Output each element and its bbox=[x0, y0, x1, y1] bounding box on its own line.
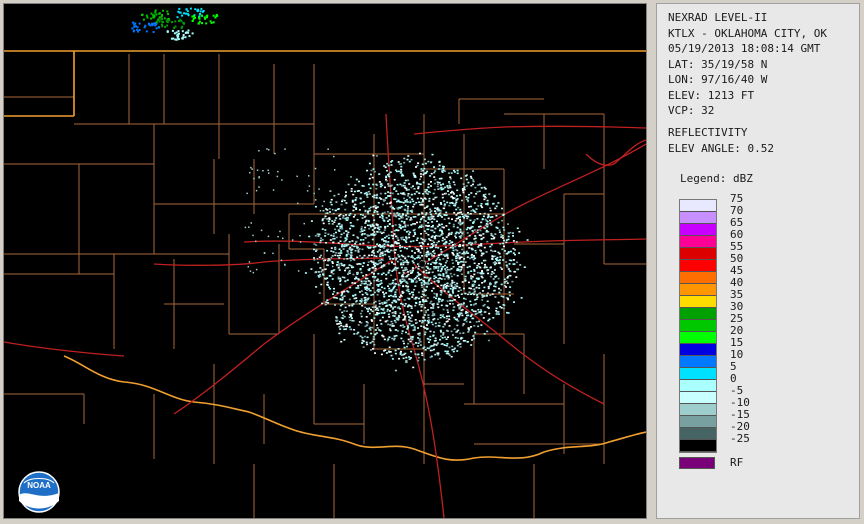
legend-swatch bbox=[680, 320, 716, 332]
longitude: LON: 97/16/40 W bbox=[668, 73, 768, 86]
legend-swatch bbox=[680, 368, 716, 380]
svg-text:NOAA: NOAA bbox=[27, 481, 51, 490]
state-boundaries bbox=[4, 50, 646, 461]
latitude: LAT: 35/19/58 N bbox=[668, 57, 768, 71]
radar-map-svg bbox=[4, 7, 646, 518]
legend-swatch bbox=[680, 248, 716, 260]
scan-datetime: 05/19/2013 18:08:14 GMT bbox=[668, 42, 821, 55]
legend-swatch bbox=[680, 212, 716, 224]
map-frame: NOAA bbox=[0, 0, 650, 524]
county-boundaries bbox=[4, 54, 646, 518]
legend-swatch bbox=[680, 224, 716, 236]
station-name: KTLX - OKLAHOMA CITY, OK bbox=[668, 26, 827, 40]
legend-swatches bbox=[679, 199, 717, 453]
radar-echoes bbox=[131, 7, 529, 372]
legend-labels: 75 70 65 60 55 50 45 40 35 30 25 20 15 10 5 0 -5 -10 -15 -2… bbox=[730, 193, 750, 445]
noaa-logo-icon: NOAA bbox=[18, 471, 60, 513]
vcp: VCP: 32 bbox=[668, 104, 715, 117]
legend-swatch bbox=[680, 296, 716, 308]
legend-label: -25 bbox=[730, 432, 750, 445]
legend-swatch bbox=[680, 284, 716, 296]
legend-swatch bbox=[680, 440, 716, 452]
legend-swatch bbox=[680, 392, 716, 404]
elevation-angle: ELEV ANGLE: 0.52 bbox=[668, 141, 774, 155]
highways bbox=[4, 113, 646, 518]
elevation: ELEV: 1213 FT bbox=[668, 88, 755, 102]
product-info: REFLECTIVITY ELEV ANGLE: 0.52 bbox=[668, 125, 774, 156]
legend-swatch bbox=[680, 272, 716, 284]
radar-map[interactable]: NOAA bbox=[3, 3, 647, 519]
legend-swatch bbox=[680, 200, 716, 212]
radar-info: NEXRAD LEVEL-II KTLX - OKLAHOMA CITY, OK… bbox=[668, 10, 827, 119]
rf-swatch bbox=[679, 457, 715, 469]
legend-swatch bbox=[680, 260, 716, 272]
legend-swatch bbox=[680, 236, 716, 248]
rf-label: RF bbox=[730, 456, 744, 469]
legend-swatch bbox=[680, 416, 716, 428]
legend-swatch bbox=[680, 308, 716, 320]
product-line: NEXRAD LEVEL-II bbox=[668, 11, 768, 24]
product-name: REFLECTIVITY bbox=[668, 126, 748, 139]
legend-swatch bbox=[680, 428, 716, 440]
legend-swatch bbox=[680, 380, 716, 392]
legend-title: Legend: dBZ bbox=[680, 172, 753, 185]
radar-site-marker bbox=[418, 260, 426, 268]
legend-swatch bbox=[680, 332, 716, 344]
info-panel: NEXRAD LEVEL-II KTLX - OKLAHOMA CITY, OK… bbox=[656, 3, 860, 519]
legend-swatch bbox=[680, 404, 716, 416]
legend-swatch bbox=[680, 356, 716, 368]
legend-swatch bbox=[680, 344, 716, 356]
info-panel-frame: NEXRAD LEVEL-II KTLX - OKLAHOMA CITY, OK… bbox=[652, 0, 864, 524]
